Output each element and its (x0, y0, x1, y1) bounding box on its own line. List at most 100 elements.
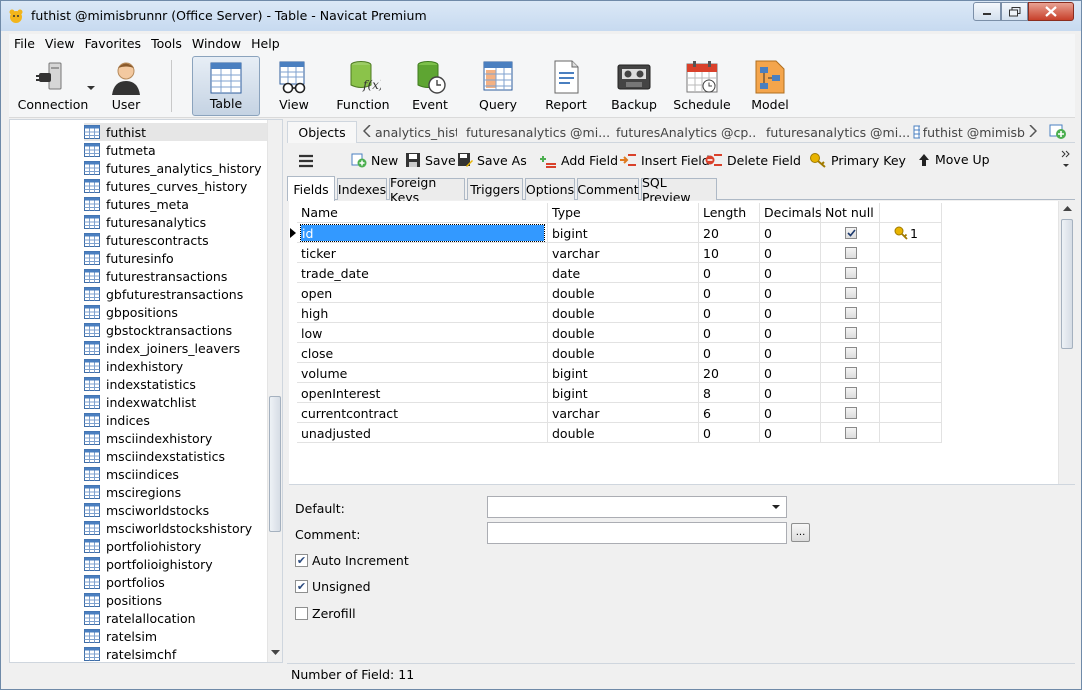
cell-not-null[interactable] (821, 243, 880, 263)
table-button[interactable]: Table (192, 56, 260, 116)
sidebar-item-msciindexstatistics[interactable]: msciindexstatistics (84, 447, 270, 465)
not-null-checkbox[interactable] (845, 407, 857, 419)
view-button[interactable]: View (271, 56, 317, 116)
cell-name[interactable]: unadjusted (297, 423, 548, 443)
function-button[interactable]: f(x) Function (335, 56, 391, 116)
cell-name[interactable]: currentcontract (297, 403, 548, 423)
user-button[interactable]: User (99, 56, 153, 116)
sidebar-item-msciworldstockshistory[interactable]: msciworldstockshistory (84, 519, 270, 537)
sidebar-item-futmeta[interactable]: futmeta (84, 141, 270, 159)
scroll-up-arrow-icon[interactable] (1063, 206, 1072, 212)
cell-type[interactable]: double (548, 423, 699, 443)
tab-triggers[interactable]: Triggers (467, 178, 523, 200)
cell-not-null[interactable] (821, 343, 880, 363)
cell-length[interactable]: 0 (699, 303, 760, 323)
sidebar-item-ratelallocation[interactable]: ratelallocation (84, 609, 270, 627)
sidebar-item-msciworldstocks[interactable]: msciworldstocks (84, 501, 270, 519)
toolbar-overflow-icon[interactable] (1061, 149, 1071, 169)
scroll-down-arrow-icon[interactable] (271, 650, 280, 656)
sidebar-item-portfoliohistory[interactable]: portfoliohistory (84, 537, 270, 555)
auto-increment-checkbox[interactable]: ✔ Auto Increment (295, 553, 409, 568)
delete-field-button[interactable]: Delete Field (705, 152, 801, 168)
sidebar-item-indexwatchlist[interactable]: indexwatchlist (84, 393, 270, 411)
sidebar-item-msciregions[interactable]: msciregions (84, 483, 270, 501)
col-length-header[interactable]: Length (699, 203, 760, 223)
cell-length[interactable]: 10 (699, 243, 760, 263)
not-null-checkbox[interactable] (845, 347, 857, 359)
cell-name[interactable]: trade_date (297, 263, 548, 283)
cell-name[interactable]: close (297, 343, 548, 363)
default-select[interactable] (487, 496, 787, 518)
cell-length[interactable]: 0 (699, 283, 760, 303)
col-decimals-header[interactable]: Decimals (760, 203, 821, 223)
cell-type[interactable]: double (548, 283, 699, 303)
cell-decimals[interactable]: 0 (760, 243, 821, 263)
comment-ellipsis-button[interactable]: ... (791, 523, 810, 542)
table-row[interactable]: close double 0 0 (297, 343, 942, 363)
table-row[interactable]: ticker varchar 10 0 (297, 243, 942, 263)
query-button[interactable]: Query (475, 56, 521, 116)
tab-indexes[interactable]: Indexes (337, 178, 387, 200)
primary-key-button[interactable]: Primary Key (809, 152, 906, 168)
sidebar-item-futurestransactions[interactable]: futurestransactions (84, 267, 270, 285)
event-button[interactable]: Event (407, 56, 453, 116)
cell-not-null[interactable] (821, 383, 880, 403)
connection-button[interactable]: Connection (13, 56, 95, 116)
cell-type[interactable]: double (548, 323, 699, 343)
sidebar-item-ratelsim[interactable]: ratelsim (84, 627, 270, 645)
tab-futhist[interactable]: futhist @mimisb (913, 121, 1025, 143)
sidebar-item-indexhistory[interactable]: indexhistory (84, 357, 270, 375)
add-field-button[interactable]: Add Field (539, 152, 618, 168)
cell-not-null[interactable] (821, 323, 880, 343)
cell-not-null[interactable] (821, 363, 880, 383)
schedule-button[interactable]: Schedule (673, 56, 731, 116)
cell-length[interactable]: 0 (699, 423, 760, 443)
cell-name[interactable]: high (297, 303, 548, 323)
sidebar-item-futures_analytics_history[interactable]: futures_analytics_history (84, 159, 270, 177)
cell-decimals[interactable]: 0 (760, 383, 821, 403)
cell-type[interactable]: varchar (548, 403, 699, 423)
cell-length[interactable]: 0 (699, 323, 760, 343)
not-null-checkbox[interactable] (845, 387, 857, 399)
not-null-checkbox[interactable] (845, 307, 857, 319)
cell-name[interactable]: volume (297, 363, 548, 383)
zerofill-check[interactable] (295, 607, 308, 620)
not-null-checkbox[interactable] (845, 267, 857, 279)
cell-decimals[interactable]: 0 (760, 423, 821, 443)
new-tab-icon[interactable] (1049, 122, 1067, 140)
table-row[interactable]: high double 0 0 (297, 303, 942, 323)
menu-window[interactable]: Window (187, 34, 246, 54)
tree-scrollbar[interactable] (267, 120, 282, 662)
tab-futuresanalytics-2[interactable]: futuresAnalytics @cp... (613, 121, 757, 143)
cell-not-null[interactable] (821, 223, 880, 243)
cell-type[interactable]: varchar (548, 243, 699, 263)
menu-view[interactable]: View (40, 34, 80, 54)
sidebar-item-futures_meta[interactable]: futures_meta (84, 195, 270, 213)
insert-field-button[interactable]: Insert Field (619, 152, 710, 168)
not-null-checkbox[interactable] (845, 227, 857, 239)
not-null-checkbox[interactable] (845, 427, 857, 439)
cell-name[interactable]: open (297, 283, 548, 303)
grid-scrollbar[interactable] (1058, 201, 1075, 484)
cell-not-null[interactable] (821, 263, 880, 283)
new-button[interactable]: New (351, 152, 398, 168)
model-button[interactable]: Model (747, 56, 793, 116)
field-name-selected[interactable]: id (300, 224, 545, 242)
sidebar-item-positions[interactable]: positions (84, 591, 270, 609)
cell-name[interactable]: ticker (297, 243, 548, 263)
table-row[interactable]: volume bigint 20 0 (297, 363, 942, 383)
tab-fields[interactable]: Fields (287, 176, 335, 201)
cell-name[interactable]: id (297, 223, 548, 243)
sidebar-item-indices[interactable]: indices (84, 411, 270, 429)
tab-objects[interactable]: Objects (287, 121, 357, 143)
tab-foreign-keys[interactable]: Foreign Keys (389, 175, 465, 205)
table-row[interactable]: low double 0 0 (297, 323, 942, 343)
cell-decimals[interactable]: 0 (760, 303, 821, 323)
dropdown-arrow-icon[interactable] (87, 86, 95, 91)
cell-decimals[interactable]: 0 (760, 363, 821, 383)
not-null-checkbox[interactable] (845, 247, 857, 259)
close-button[interactable] (1028, 2, 1074, 21)
sidebar-item-index_joiners_leavers[interactable]: index_joiners_leavers (84, 339, 270, 357)
cell-not-null[interactable] (821, 423, 880, 443)
table-row[interactable]: trade_date date 0 0 (297, 263, 942, 283)
